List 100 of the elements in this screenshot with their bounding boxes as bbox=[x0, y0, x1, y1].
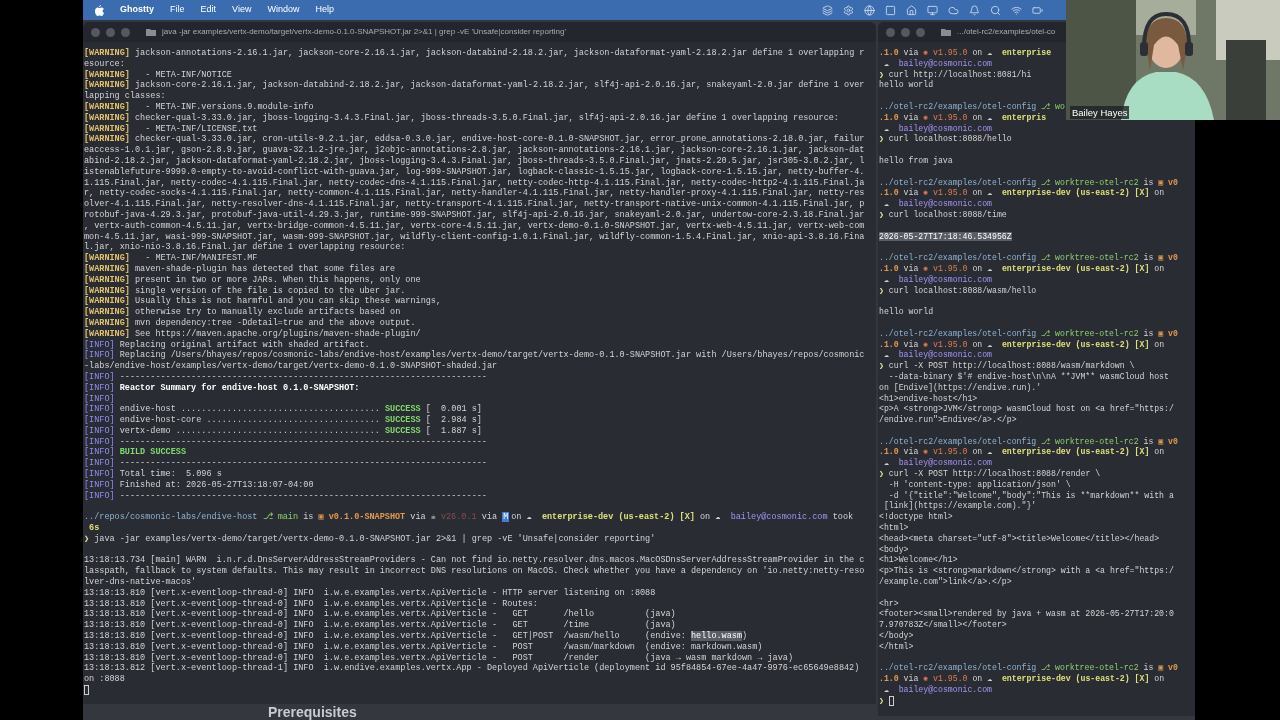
terminal-line: [WARNING] checker-qual-3.33.0.jar, cron-utils-9.2.1.jar, eddsa-0.3.0.jar, endive-host-core-0.1.0-SNAPSHOT.jar, error_prone_annotations-2.18.0.jar, failur bbox=[84, 134, 865, 145]
terminal-line: [WARNING] - META-INF/NOTICE bbox=[84, 69, 232, 80]
layers-icon[interactable] bbox=[822, 4, 833, 16]
menu-item[interactable]: Edit bbox=[200, 3, 217, 17]
terminal-line: lasspath, fallback to system defaults. This may result in incorrect DNS resolutions on MacOS. Check whether you have a dependency on 'io.netty:netty-reso bbox=[84, 566, 865, 577]
terminal-line: <head><meta charset="utf-8"><title>Welcome</title></head> bbox=[879, 533, 1160, 545]
terminal-line: 13:18:13.812 [vert.x-eventloop-thread-1] INFO i.w.endive.examples.vertx.App - Deployed ApiVerticle (deployment id 95f84854-67ee-4a47-9976-ec65649e8842) bbox=[84, 663, 860, 675]
search-icon[interactable] bbox=[990, 4, 1001, 16]
terminal-line: ☁ bailey@cosmonic.com bbox=[882, 123, 993, 134]
terminal-line: 13:18:13.810 [vert.x-eventloop-thread-0] INFO i.w.e.examples.vertx.ApiVerticle - POST /wasm/markdown (endive: markdown.wasm) bbox=[84, 641, 763, 653]
terminal-line: [INFO] BUILD SUCCESS bbox=[84, 447, 187, 458]
terminal-line: [WARNING] single version of the file is copied to the uber jar. bbox=[84, 285, 406, 296]
terminal-line: .1.0 via ✺ v1.95.0 on ☁ enterprise-dev (us-east-2) [X] on bbox=[879, 263, 1165, 275]
terminal-line: [INFO] bbox=[84, 393, 115, 404]
terminal-line: [INFO] Total time: 5.096 s bbox=[84, 469, 222, 480]
terminal-line: olver-4.1.115.Final.jar, netty-resolver-dns-4.1.115.Final.jar, netty-transport-4.1.115.Final.jar, netty-transport-native-unix-common-4.1.115.Final.jar, p bbox=[84, 199, 865, 210]
terminal-line: </body> bbox=[879, 631, 914, 642]
menu-item[interactable]: Help bbox=[315, 3, 334, 17]
terminal-line: .1.0 via ✺ v1.95.0 on ☁ enterprise-dev (us-east-2) [X] on bbox=[879, 674, 1165, 685]
apple-logo-icon[interactable] bbox=[95, 4, 104, 16]
terminal-line: 7.970783Z</small></footer> bbox=[879, 620, 1007, 631]
terminal-line: ❯ curl localhost:8088/time bbox=[879, 209, 1007, 221]
terminal-line: 6s bbox=[88, 523, 100, 534]
terminal-line: hello world bbox=[879, 307, 934, 318]
gear-icon[interactable] bbox=[843, 4, 854, 16]
monitor-icon[interactable] bbox=[927, 4, 938, 16]
menu-item[interactable]: File bbox=[170, 3, 185, 17]
terminal-line: [INFO] Replacing original artifact with shaded artifact. bbox=[84, 339, 370, 350]
terminal-line: [WARNING] jackson-annotations-2.16.1.jar, jackson-core-2.16.1.jar, jackson-databind-2.18.2.jar, jackson-dataformat-yaml-2.18.2.jar define 1 overlapping r bbox=[84, 48, 865, 59]
terminal-line: r, netty-codec-socks-4.1.115.Final.jar, netty-common-4.1.115.Final.jar, netty-handler-4.1.115.Final.jar, netty-handler-proxy-4.1.115.Final.jar, netty-res bbox=[84, 188, 865, 199]
terminal-line: [WARNING] See https://maven.apache.org/plugins/maven-shade-plugin/ bbox=[84, 328, 421, 340]
terminal-line: [WARNING] - META-INF/MANIFEST.MF bbox=[84, 253, 258, 264]
terminal-line: /endive.run">Endive</a>.</p> bbox=[879, 415, 1017, 426]
terminal-line: [INFO] ------------------------------------------------------------------------ bbox=[84, 458, 487, 469]
terminal-line: 13:18:13.810 [vert.x-eventloop-thread-0] INFO i.w.e.examples.vertx.ApiVerticle - GET /hello (java) bbox=[84, 609, 676, 620]
menu-item[interactable]: View bbox=[232, 3, 252, 17]
terminal-line: [INFO] endive-host ....................................... SUCCESS [ 0.001 s] bbox=[84, 404, 482, 415]
terminal-line: [INFO] ------------------------------------------------------------------------ bbox=[84, 436, 487, 447]
participant-name: Bailey Hayes bbox=[1070, 106, 1130, 119]
terminal-line: hello from java bbox=[879, 155, 953, 167]
terminal-line: [WARNING] - META-INF.versions.9.module-info bbox=[84, 102, 314, 113]
terminal-line: mon-4.5.11.jar, wasi-999-SNAPSHOT.jar, wasm-999-SNAPSHOT.jar, wildfly-client-config-1.0.1.Final.jar, wildfly-common-1.5.4.Final.jar, xnio-api-3.8.16.Fina bbox=[84, 231, 865, 242]
terminal-line: .1.0 via ✺ v1.95.0 on ☁ enterpris bbox=[879, 112, 1047, 124]
terminal-line: [INFO] ------------------------------------------------------------------------ bbox=[84, 371, 487, 383]
app-menu[interactable]: Ghostty bbox=[120, 3, 154, 17]
terminal-line: <footer><small>rendered by java + wasm at 2026-05-27T17:20:0 bbox=[879, 609, 1174, 620]
terminal-line: ☁ bailey@cosmonic.com bbox=[882, 685, 993, 696]
terminal-line: ../otel-rc2/examples/otel-config ⎇ worktree-otel-rc2 is ▣ v0 bbox=[879, 253, 1178, 264]
document-heading: Prerequisites bbox=[267, 704, 358, 720]
terminal-line: [WARNING] checker-qual-3.33.0.jar, jboss-logging-3.4.3.Final.jar, jboss-threads-3.5.0.Final.jar, slf4j-api-2.0.16.jar define 1 overlapping resource: bbox=[84, 112, 839, 124]
terminal-line: /example.com">link</a>.</p> bbox=[879, 577, 1012, 588]
square-icon[interactable] bbox=[885, 4, 896, 16]
terminal-line: 13:18:13.810 [vert.x-eventloop-thread-0] INFO i.w.e.examples.vertx.ApiVerticle - POST /render (java → wasm markdown → java) bbox=[84, 652, 793, 663]
text-cursor bbox=[888, 696, 894, 707]
home-icon[interactable] bbox=[906, 4, 917, 16]
terminal-line: lver-dns-native-macos' bbox=[84, 577, 197, 588]
menu-item[interactable]: Window bbox=[267, 3, 300, 17]
terminal-line: ❯ curl http://localhost:8081/hi bbox=[879, 69, 1032, 80]
terminal-line: --data-binary $'# endive-host\n\nA **JVM** wasmCloud host bbox=[887, 371, 1169, 383]
terminal-line: <hr> bbox=[879, 598, 899, 609]
terminal-line: .1.0 via ✺ v1.95.0 on ☁ enterprise-dev (us-east-2) [X] on bbox=[879, 447, 1165, 458]
terminal-line: .1.0 via ✺ v1.95.0 on ☁ enterprise-dev (us-east-2) [X] on bbox=[879, 339, 1165, 350]
terminal-line: ☁ bailey@cosmonic.com bbox=[882, 350, 993, 361]
cloud-icon[interactable] bbox=[948, 4, 959, 16]
terminal-line: .1.0 via ✺ v1.95.0 on ☁ enterprise-dev (us-east-2) [X] on bbox=[879, 188, 1165, 199]
terminal-line: ../otel-rc2/examples/otel-config ⎇ worktree-otel-rc2 is ▣ v0 bbox=[879, 436, 1178, 447]
terminal-line: hello world bbox=[879, 80, 934, 92]
terminal-line: ❯ curl -X POST http://localhost:8088/wasm/markdown \ bbox=[879, 361, 1135, 372]
terminal-line: <p>A <strong>JVM</strong> wasmCloud host on <a href="https:/ bbox=[879, 404, 1174, 415]
terminal-line: [WARNING] - META-INF/LICENSE.txt bbox=[84, 123, 258, 134]
terminal-line: [INFO] endive-host-core .................................. SUCCESS [ 2.984 s] bbox=[84, 415, 482, 426]
terminal-line: [INFO] Replacing /Users/bhayes/repos/cosmonic-labs/endive-host/examples/vertx-demo/target/vertx-demo-0.1.0-SNAPSHOT.jar with /Users/bhayes/repos/cosmonic bbox=[84, 350, 865, 361]
terminal-line: -H 'content-type: application/json' \ bbox=[887, 479, 1071, 491]
terminal-line: ../otel-rc2/examples/otel-config ⎇ wo bbox=[879, 102, 1065, 113]
terminal-line: ☁ bailey@cosmonic.com bbox=[882, 458, 993, 469]
terminal-line: ❯ curl localhost:8088/hello bbox=[879, 134, 1012, 146]
terminal-line: .1.0 via ✺ v1.95.0 on ☁ enterprise bbox=[879, 48, 1052, 59]
terminal-line: [INFO] vertx-demo ........................................ SUCCESS [ 1.887 s] bbox=[84, 425, 482, 437]
terminal-line: istenablefuture-9999.0-empty-to-avoid-conflict-with-guava.jar, log-999-SNAPSHOT.jar, logback-classic-1.5.15.jar, logback-core-1.5.15.jar, netty-buffer-4. bbox=[84, 166, 865, 178]
terminal-line: </html> bbox=[879, 641, 914, 653]
battery-icon[interactable] bbox=[1032, 4, 1043, 16]
terminal-line: 13:18:13.734 [main] WARN i.n.r.d.DnsServerAddressStreamProviders - Can not find io.netty.resolver.dns.macos.MacOSDnsServerAddressStreamProvider in the c bbox=[84, 555, 865, 566]
terminal-line: -labs/endive-host/examples/vertx-demo/target/vertx-demo-0.1.0-SNAPSHOT-shaded.jar bbox=[84, 361, 498, 372]
terminal-line: [INFO] Finished at: 2026-05-27T13:18:07-04:00 bbox=[84, 479, 314, 491]
terminal-line: ☁ bailey@cosmonic.com bbox=[882, 274, 993, 286]
terminal-line: -d '{"title":"Welcome","body":"This is **markdown** with a bbox=[887, 490, 1174, 501]
terminal-line: 1.115.Final.jar, netty-codec-4.1.115.Final.jar, netty-codec-dns-4.1.115.Final.jar, netty-codec-http-4.1.115.Final.jar, netty-codec-http2-4.1.115.Final.ja bbox=[84, 177, 865, 188]
terminal-line: <body> bbox=[879, 544, 909, 555]
bell-icon[interactable] bbox=[969, 4, 980, 16]
text-cursor bbox=[84, 685, 89, 696]
terminal-line: 13:18:13.810 [vert.x-eventloop-thread-0] INFO i.w.e.examples.vertx.ApiVerticle - HTTP server listening on :8088 bbox=[84, 587, 656, 599]
terminal-line: eaccess-1.0.1.jar, gson-2.8.9.jar, guava-32.1.2-jre.jar, j2objc-annotations-2.8.jar, jackson-annotations-2.16.1.jar, jackson-core-2.16.1.jar, jackson-dat bbox=[84, 145, 865, 156]
terminal-line: <!doctype html> bbox=[879, 512, 953, 523]
terminal-line: <h1>endive-host</h1> bbox=[879, 393, 978, 404]
terminal-line: on :8088 bbox=[84, 674, 125, 685]
terminal-line: [link](https://example.com)."}' bbox=[882, 501, 1037, 512]
terminal-line: [INFO] Reactor Summary for endive-host 0.1.0-SNAPSHOT: bbox=[84, 382, 360, 394]
terminal-line: ❯ curl localhost:8088/wasm/hello bbox=[879, 285, 1037, 297]
globe-icon[interactable] bbox=[864, 4, 875, 16]
wifi-icon[interactable] bbox=[1011, 4, 1022, 16]
